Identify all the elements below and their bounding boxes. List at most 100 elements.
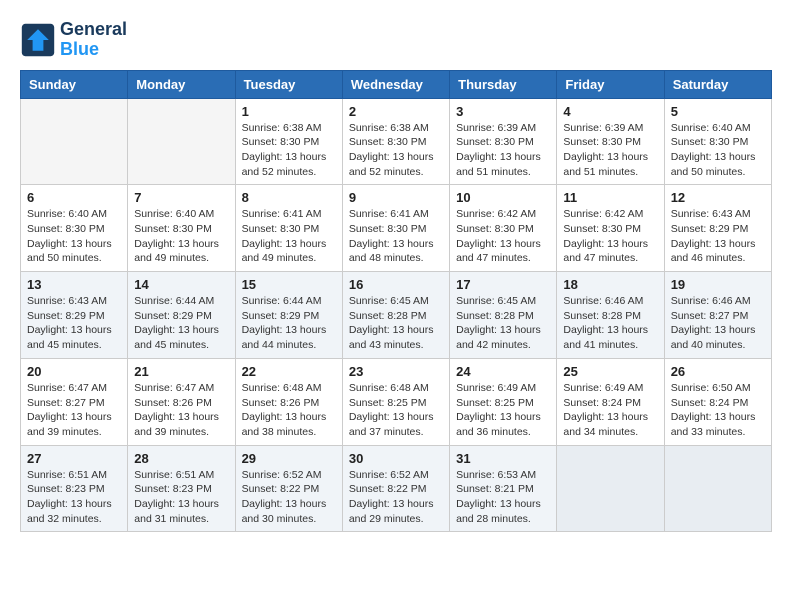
day-info: Sunrise: 6:52 AM Sunset: 8:22 PM Dayligh… [349,468,443,527]
day-info: Sunrise: 6:38 AM Sunset: 8:30 PM Dayligh… [349,121,443,180]
calendar-cell: 15 Sunrise: 6:44 AM Sunset: 8:29 PM Dayli… [235,272,342,359]
calendar-cell: 11 Sunrise: 6:42 AM Sunset: 8:30 PM Dayli… [557,185,664,272]
day-info: Sunrise: 6:40 AM Sunset: 8:30 PM Dayligh… [671,121,765,180]
day-number: 12 [671,190,765,205]
day-info: Sunrise: 6:51 AM Sunset: 8:23 PM Dayligh… [27,468,121,527]
day-info: Sunrise: 6:39 AM Sunset: 8:30 PM Dayligh… [456,121,550,180]
day-number: 21 [134,364,228,379]
day-info: Sunrise: 6:41 AM Sunset: 8:30 PM Dayligh… [349,207,443,266]
calendar-cell: 26Sunrise: 6:50 AM Sunset: 8:24 PM Dayli… [664,358,771,445]
day-info: Sunrise: 6:45 AM Sunset: 8:28 PM Dayligh… [349,294,443,353]
calendar-cell: 22 Sunrise: 6:48 AM Sunset: 8:26 PM Dayli… [235,358,342,445]
calendar-week-row: 1 Sunrise: 6:38 AM Sunset: 8:30 PM Daylig… [21,98,772,185]
weekday-header-tuesday: Tuesday [235,70,342,98]
calendar-cell: 13Sunrise: 6:43 AM Sunset: 8:29 PM Dayli… [21,272,128,359]
calendar-cell: 12 Sunrise: 6:43 AM Sunset: 8:29 PM Dayli… [664,185,771,272]
calendar-cell: 6 Sunrise: 6:40 AM Sunset: 8:30 PM Daylig… [21,185,128,272]
day-number: 26 [671,364,765,379]
day-number: 25 [563,364,657,379]
day-number: 10 [456,190,550,205]
calendar-cell [557,445,664,532]
calendar-cell: 7Sunrise: 6:40 AM Sunset: 8:30 PM Daylig… [128,185,235,272]
calendar-cell: 31 Sunrise: 6:53 AM Sunset: 8:21 PM Dayli… [450,445,557,532]
logo-icon [20,22,56,58]
calendar-cell: 3 Sunrise: 6:39 AM Sunset: 8:30 PM Daylig… [450,98,557,185]
day-number: 13 [27,277,121,292]
day-info: Sunrise: 6:45 AM Sunset: 8:28 PM Dayligh… [456,294,550,353]
logo-text: General Blue [60,20,127,60]
calendar-cell: 28Sunrise: 6:51 AM Sunset: 8:23 PM Dayli… [128,445,235,532]
day-info: Sunrise: 6:44 AM Sunset: 8:29 PM Dayligh… [134,294,228,353]
day-info: Sunrise: 6:40 AM Sunset: 8:30 PM Dayligh… [27,207,121,266]
day-number: 20 [27,364,121,379]
day-info: Sunrise: 6:40 AM Sunset: 8:30 PM Dayligh… [134,207,228,266]
weekday-header-wednesday: Wednesday [342,70,449,98]
day-number: 3 [456,104,550,119]
day-number: 30 [349,451,443,466]
calendar-week-row: 6 Sunrise: 6:40 AM Sunset: 8:30 PM Daylig… [21,185,772,272]
calendar-cell: 14 Sunrise: 6:44 AM Sunset: 8:29 PM Dayli… [128,272,235,359]
calendar-cell [128,98,235,185]
day-number: 15 [242,277,336,292]
day-info: Sunrise: 6:42 AM Sunset: 8:30 PM Dayligh… [563,207,657,266]
calendar-cell: 17 Sunrise: 6:45 AM Sunset: 8:28 PM Dayli… [450,272,557,359]
weekday-header-saturday: Saturday [664,70,771,98]
calendar-cell: 29 Sunrise: 6:52 AM Sunset: 8:22 PM Dayli… [235,445,342,532]
calendar-cell: 30 Sunrise: 6:52 AM Sunset: 8:22 PM Dayli… [342,445,449,532]
day-info: Sunrise: 6:48 AM Sunset: 8:26 PM Dayligh… [242,381,336,440]
day-info: Sunrise: 6:43 AM Sunset: 8:29 PM Dayligh… [671,207,765,266]
day-number: 4 [563,104,657,119]
calendar-cell: 2 Sunrise: 6:38 AM Sunset: 8:30 PM Daylig… [342,98,449,185]
day-number: 2 [349,104,443,119]
page-header: General Blue [20,20,772,60]
calendar-cell: 1 Sunrise: 6:38 AM Sunset: 8:30 PM Daylig… [235,98,342,185]
calendar-cell: 18 Sunrise: 6:46 AM Sunset: 8:28 PM Dayli… [557,272,664,359]
weekday-header-thursday: Thursday [450,70,557,98]
day-info: Sunrise: 6:51 AM Sunset: 8:23 PM Dayligh… [134,468,228,527]
day-number: 29 [242,451,336,466]
day-number: 31 [456,451,550,466]
day-info: Sunrise: 6:46 AM Sunset: 8:28 PM Dayligh… [563,294,657,353]
calendar-table: SundayMondayTuesdayWednesdayThursdayFrid… [20,70,772,533]
day-number: 14 [134,277,228,292]
calendar-week-row: 20 Sunrise: 6:47 AM Sunset: 8:27 PM Dayli… [21,358,772,445]
day-number: 24 [456,364,550,379]
day-number: 19 [671,277,765,292]
day-info: Sunrise: 6:48 AM Sunset: 8:25 PM Dayligh… [349,381,443,440]
calendar-cell [21,98,128,185]
day-number: 5 [671,104,765,119]
day-number: 6 [27,190,121,205]
day-number: 1 [242,104,336,119]
weekday-header-friday: Friday [557,70,664,98]
day-info: Sunrise: 6:42 AM Sunset: 8:30 PM Dayligh… [456,207,550,266]
day-info: Sunrise: 6:52 AM Sunset: 8:22 PM Dayligh… [242,468,336,527]
day-info: Sunrise: 6:38 AM Sunset: 8:30 PM Dayligh… [242,121,336,180]
calendar-cell: 8Sunrise: 6:41 AM Sunset: 8:30 PM Daylig… [235,185,342,272]
calendar-cell: 4 Sunrise: 6:39 AM Sunset: 8:30 PM Daylig… [557,98,664,185]
day-number: 23 [349,364,443,379]
day-info: Sunrise: 6:46 AM Sunset: 8:27 PM Dayligh… [671,294,765,353]
calendar-cell: 20 Sunrise: 6:47 AM Sunset: 8:27 PM Dayli… [21,358,128,445]
day-info: Sunrise: 6:49 AM Sunset: 8:24 PM Dayligh… [563,381,657,440]
day-info: Sunrise: 6:47 AM Sunset: 8:26 PM Dayligh… [134,381,228,440]
day-info: Sunrise: 6:53 AM Sunset: 8:21 PM Dayligh… [456,468,550,527]
calendar-cell: 25 Sunrise: 6:49 AM Sunset: 8:24 PM Dayli… [557,358,664,445]
day-number: 18 [563,277,657,292]
calendar-cell: 27 Sunrise: 6:51 AM Sunset: 8:23 PM Dayli… [21,445,128,532]
calendar-cell: 16 Sunrise: 6:45 AM Sunset: 8:28 PM Dayli… [342,272,449,359]
logo: General Blue [20,20,127,60]
calendar-week-row: 27 Sunrise: 6:51 AM Sunset: 8:23 PM Dayli… [21,445,772,532]
day-number: 17 [456,277,550,292]
day-info: Sunrise: 6:47 AM Sunset: 8:27 PM Dayligh… [27,381,121,440]
day-number: 16 [349,277,443,292]
calendar-cell [664,445,771,532]
calendar-cell: 9Sunrise: 6:41 AM Sunset: 8:30 PM Daylig… [342,185,449,272]
calendar-week-row: 13Sunrise: 6:43 AM Sunset: 8:29 PM Dayli… [21,272,772,359]
calendar-cell: 23 Sunrise: 6:48 AM Sunset: 8:25 PM Dayli… [342,358,449,445]
weekday-header-monday: Monday [128,70,235,98]
day-number: 22 [242,364,336,379]
day-info: Sunrise: 6:39 AM Sunset: 8:30 PM Dayligh… [563,121,657,180]
day-number: 11 [563,190,657,205]
day-number: 27 [27,451,121,466]
day-info: Sunrise: 6:44 AM Sunset: 8:29 PM Dayligh… [242,294,336,353]
